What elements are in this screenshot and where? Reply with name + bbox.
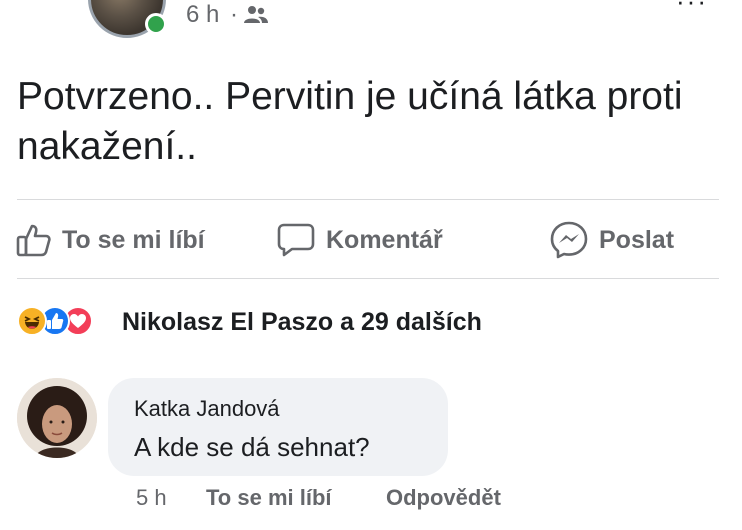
comment-timestamp[interactable]: 5 h	[136, 484, 167, 512]
thumbs-up-icon	[16, 224, 51, 257]
reactions-summary[interactable]: Nikolasz El Paszo a 29 dalších	[122, 306, 482, 338]
like-button[interactable]: To se mi líbí	[16, 222, 205, 258]
comment-button-label: Komentář	[326, 225, 443, 254]
haha-icon	[17, 306, 47, 336]
commenter-avatar[interactable]	[17, 378, 97, 458]
share-button[interactable]: Poslat	[549, 221, 675, 259]
reaction-icons[interactable]	[17, 306, 93, 336]
meta-separator: ·	[230, 1, 238, 28]
comment-reply-button[interactable]: Odpovědět	[386, 484, 501, 512]
messenger-icon	[550, 221, 588, 259]
post-timestamp[interactable]: 6 h	[186, 0, 219, 30]
divider	[17, 199, 719, 200]
more-options-icon[interactable]: ···	[676, 0, 708, 17]
online-status-icon	[145, 13, 167, 35]
comment-author[interactable]: Katka Jandová	[134, 395, 280, 423]
share-button-label: Poslat	[599, 225, 675, 254]
comment-like-button[interactable]: To se mi líbí	[206, 484, 332, 512]
friends-icon	[244, 6, 268, 23]
comment-bubble-icon	[277, 223, 315, 257]
comment-button[interactable]: Komentář	[276, 222, 443, 258]
like-button-label: To se mi líbí	[62, 225, 205, 254]
post-text: Potvrzeno.. Pervitin je učíná látka prot…	[17, 75, 683, 168]
back-arrow-icon[interactable]	[30, 0, 52, 8]
divider	[17, 278, 719, 279]
comment-text: A kde se dá sehnat?	[134, 432, 370, 462]
